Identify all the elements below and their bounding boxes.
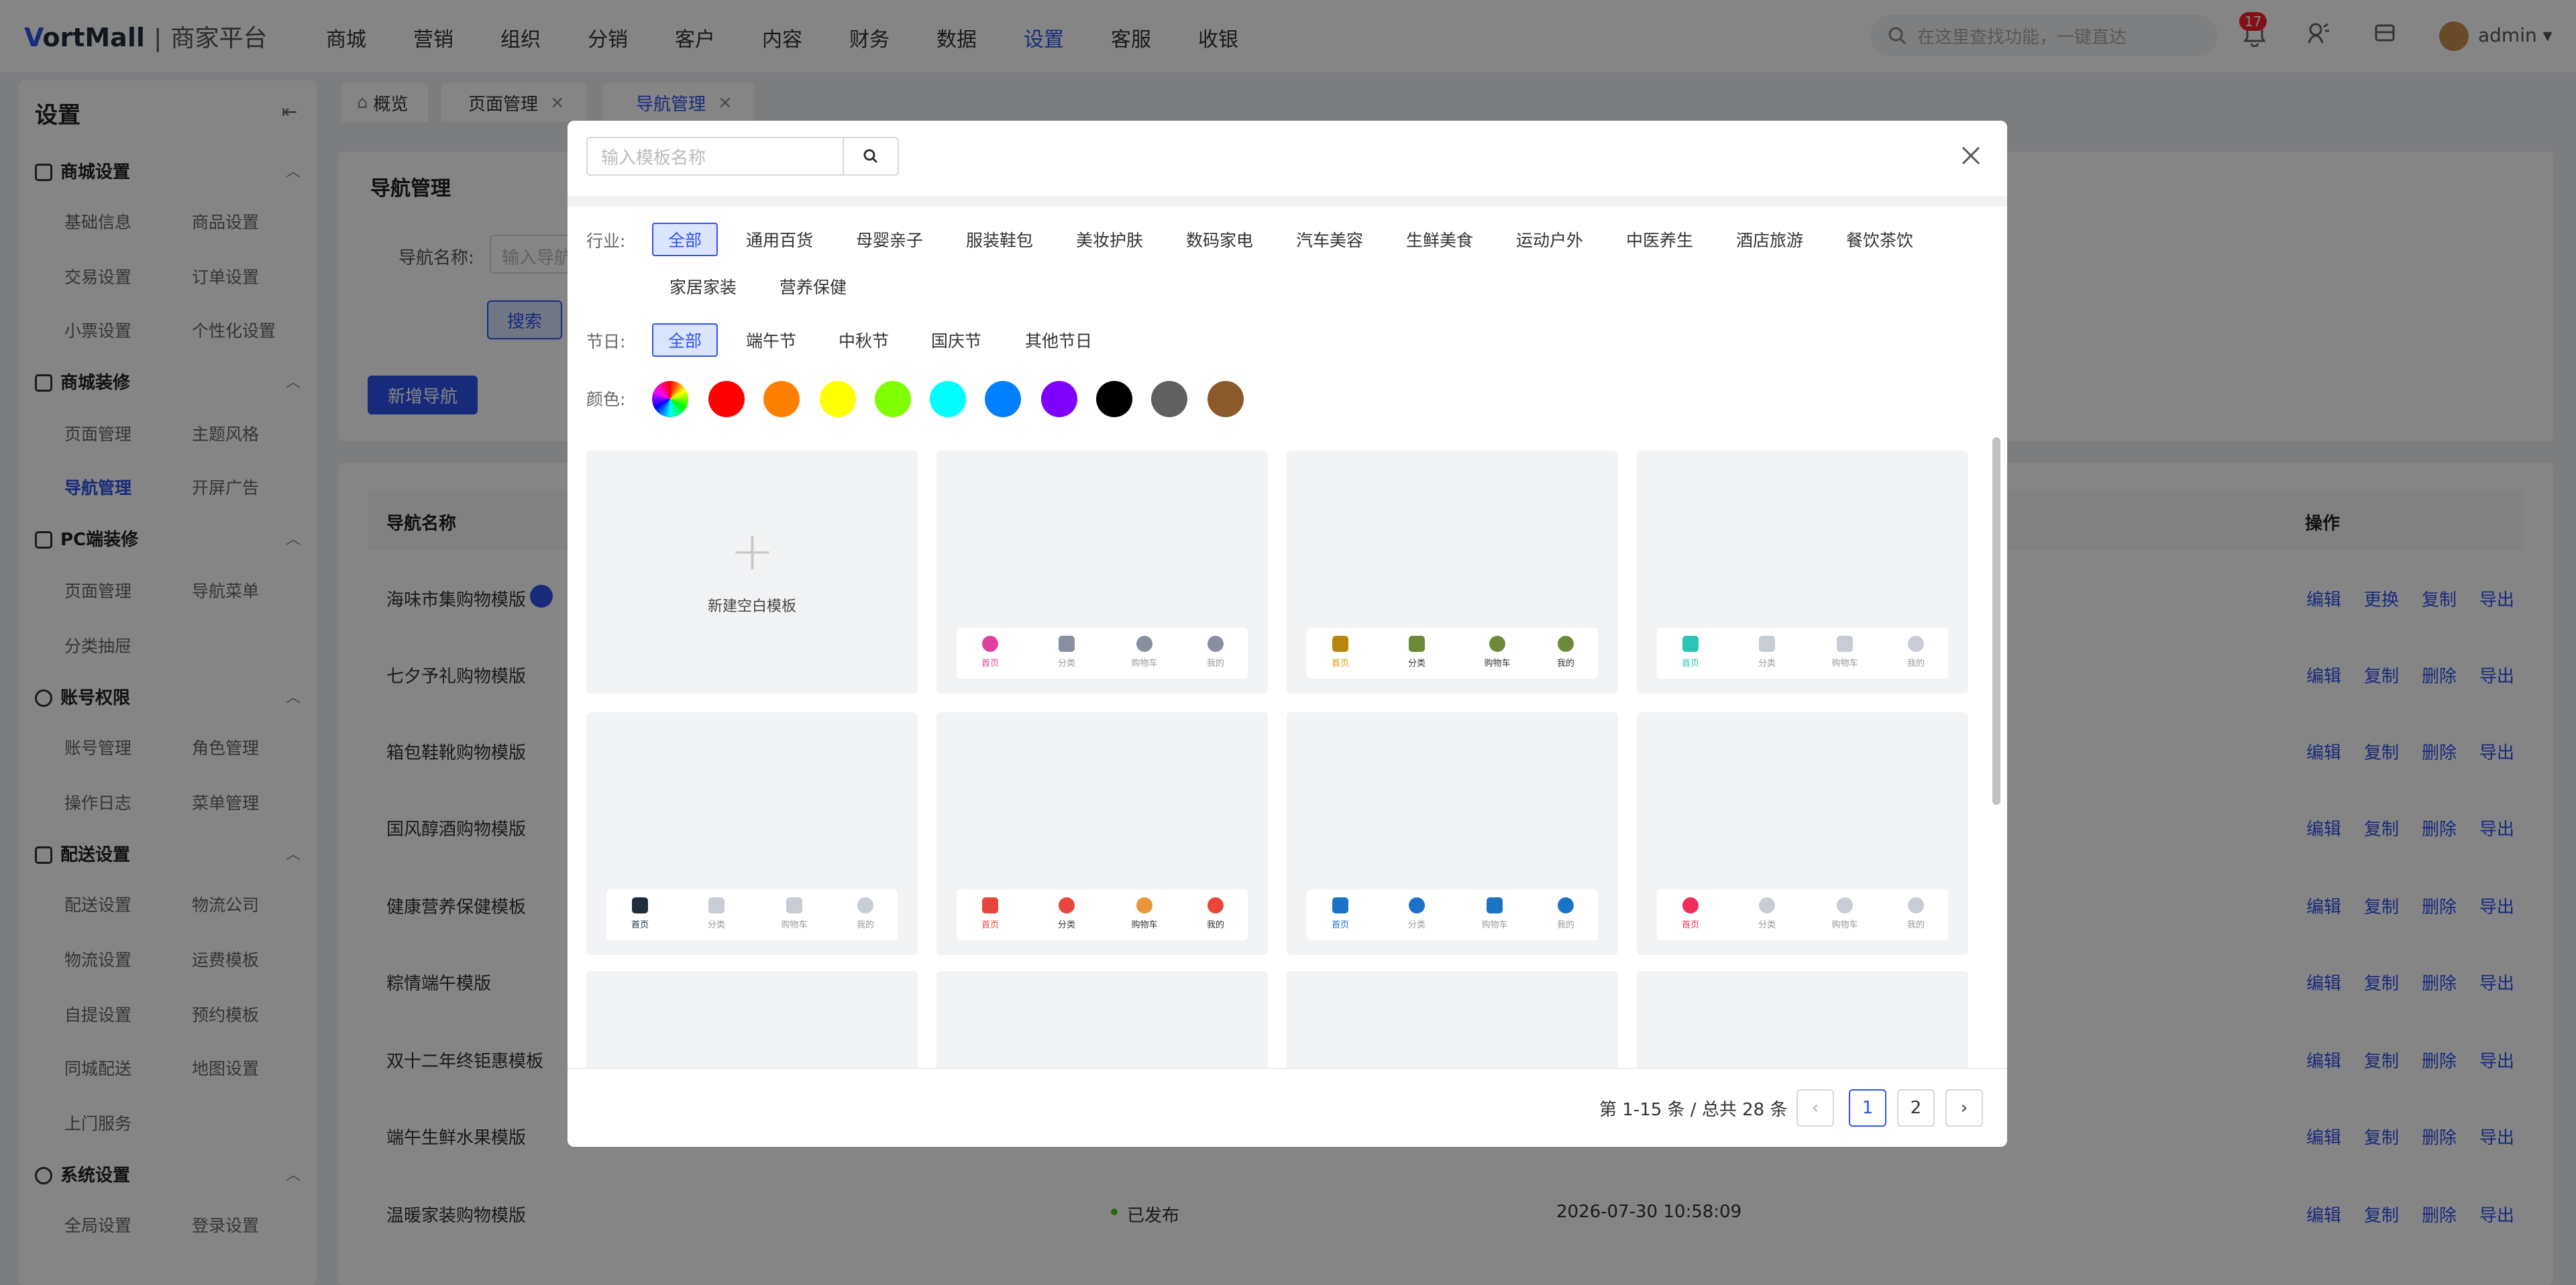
industry-chip[interactable]: 汽车美容 — [1296, 223, 1363, 256]
user-icon: 我的 — [1195, 636, 1236, 669]
tabbar-preview: 首页 分类 购物车 我的 — [606, 889, 898, 940]
industry-chip[interactable]: 生鲜美食 — [1406, 223, 1473, 256]
color-swatch-blue[interactable] — [985, 381, 1021, 417]
industry-chip[interactable]: 通用百货 — [746, 223, 813, 256]
holiday-chip[interactable]: 中秋节 — [839, 323, 889, 357]
new-blank-label: 新建空白模板 — [707, 598, 796, 615]
user-icon: 我的 — [845, 897, 885, 930]
holiday-chip[interactable]: 其他节日 — [1025, 323, 1092, 357]
template-card[interactable]: 首页 分类 购物车 我的 — [586, 712, 918, 955]
template-card[interactable]: 首页 分类 购物车 我的 — [1287, 451, 1618, 693]
template-card[interactable]: 首页 分类 购物车 我的 — [936, 451, 1268, 693]
home-icon: 首页 — [1670, 636, 1711, 669]
holiday-label: 节日: — [586, 332, 626, 351]
industry-chip[interactable]: 中医养生 — [1626, 223, 1693, 256]
page-button-2[interactable]: 2 — [1897, 1089, 1935, 1127]
color-swatch-orange[interactable] — [763, 381, 800, 417]
home-icon: 首页 — [970, 897, 1010, 930]
modal-header: 输入模板名称 — [568, 121, 2007, 196]
industry-chip[interactable]: 美妆护肤 — [1076, 223, 1143, 256]
home-icon: 首页 — [1320, 897, 1360, 930]
category-icon: 分类 — [696, 897, 737, 930]
user-icon: 我的 — [1546, 897, 1586, 930]
template-search-input[interactable]: 输入模板名称 — [586, 137, 844, 176]
home-icon: 首页 — [1320, 636, 1360, 669]
template-card[interactable]: 首页 分类 购物车 我的 — [1637, 712, 1968, 955]
industry-chip[interactable]: 运动户外 — [1516, 223, 1583, 256]
industry-chip[interactable]: 餐饮茶饮 — [1846, 223, 1913, 256]
modal-footer: 第 1-15 条 / 总共 28 条 ‹ 1 2 › — [568, 1068, 2007, 1147]
tabbar-preview: 首页 分类 购物车 我的 — [1307, 628, 1598, 679]
tabbar-preview: 首页 分类 购物车 我的 — [1657, 889, 1948, 940]
tabbar-preview: 首页 分类 购物车 我的 — [1307, 889, 1598, 940]
tabbar-preview: 首页 分类 购物车 我的 — [957, 628, 1248, 679]
color-swatch-gray[interactable] — [1151, 381, 1187, 417]
page-button-1[interactable]: 1 — [1849, 1089, 1886, 1127]
color-swatch-red[interactable] — [708, 381, 745, 417]
color-swatch-purple[interactable] — [1041, 381, 1077, 417]
home-icon: 首页 — [620, 897, 660, 930]
industry-chip[interactable]: 数码家电 — [1186, 223, 1253, 256]
chevron-right-icon: › — [1960, 1098, 1968, 1118]
cart-icon: 购物车 — [1474, 897, 1515, 930]
holiday-chip[interactable]: 国庆节 — [931, 323, 981, 357]
modal-scrollbar[interactable] — [1992, 437, 2000, 805]
color-swatch-cyan[interactable] — [930, 381, 966, 417]
industry-chip[interactable]: 营养保健 — [780, 270, 847, 303]
cart-icon: 购物车 — [1825, 897, 1865, 930]
user-icon: 我的 — [1896, 897, 1936, 930]
cart-icon: 购物车 — [1825, 636, 1865, 669]
color-swatch-yellow[interactable] — [820, 381, 856, 417]
category-icon: 分类 — [1747, 636, 1787, 669]
close-icon[interactable] — [1960, 145, 1982, 166]
cart-icon: 购物车 — [1124, 897, 1165, 930]
prev-page-button[interactable]: ‹ — [1796, 1089, 1834, 1127]
template-card[interactable]: 首页 分类 购物车 我的 — [1287, 712, 1618, 955]
home-icon: 首页 — [970, 636, 1010, 669]
industry-label: 行业: — [586, 231, 626, 251]
color-swatch-all[interactable] — [652, 381, 688, 417]
industry-chip[interactable]: 家居家装 — [669, 270, 737, 303]
template-search-button[interactable] — [843, 137, 899, 176]
color-swatch-black[interactable] — [1096, 381, 1132, 417]
cart-icon: 购物车 — [774, 897, 814, 930]
category-icon: 分类 — [1046, 897, 1087, 930]
holiday-chip-all[interactable]: 全部 — [652, 323, 718, 357]
user-icon: 我的 — [1546, 636, 1586, 669]
next-page-button[interactable]: › — [1945, 1089, 1983, 1127]
industry-chip[interactable]: 服装鞋包 — [966, 223, 1033, 256]
chevron-left-icon: ‹ — [1811, 1098, 1819, 1118]
category-icon: 分类 — [1046, 636, 1087, 669]
plus-icon: + — [730, 520, 775, 582]
header-divider — [568, 196, 2007, 207]
tabbar-preview: 首页 分类 购物车 我的 — [957, 889, 1248, 940]
category-icon: 分类 — [1397, 897, 1437, 930]
category-icon: 分类 — [1747, 897, 1787, 930]
template-card[interactable]: 首页 分类 购物车 我的 — [1637, 451, 1968, 693]
industry-chip[interactable]: 母婴亲子 — [856, 223, 923, 256]
user-icon: 我的 — [1195, 897, 1236, 930]
color-swatch-brown[interactable] — [1208, 381, 1244, 417]
star-icon: 首页 — [1670, 897, 1711, 930]
category-icon: 分类 — [1397, 636, 1437, 669]
template-card[interactable]: 首页 分类 购物车 我的 — [936, 712, 1268, 955]
color-swatch-green[interactable] — [875, 381, 911, 417]
pagination-total: 第 1-15 条 / 总共 28 条 — [1599, 1100, 1788, 1120]
template-picker-modal: 输入模板名称 行业: 全部 通用百货 母婴亲子 服装鞋包 美妆护肤 数码家电 汽… — [568, 121, 2007, 1147]
cart-icon: 购物车 — [1477, 636, 1517, 669]
holiday-chip[interactable]: 端午节 — [746, 323, 796, 357]
new-blank-template-card[interactable]: + 新建空白模板 — [586, 451, 918, 693]
tabbar-preview: 首页 分类 购物车 我的 — [1657, 628, 1948, 679]
search-icon — [863, 149, 878, 164]
color-label: 颜色: — [586, 390, 626, 409]
industry-chip[interactable]: 酒店旅游 — [1736, 223, 1803, 256]
industry-chip-all[interactable]: 全部 — [652, 223, 718, 256]
cart-icon: 购物车 — [1124, 636, 1165, 669]
user-icon: 我的 — [1896, 636, 1936, 669]
